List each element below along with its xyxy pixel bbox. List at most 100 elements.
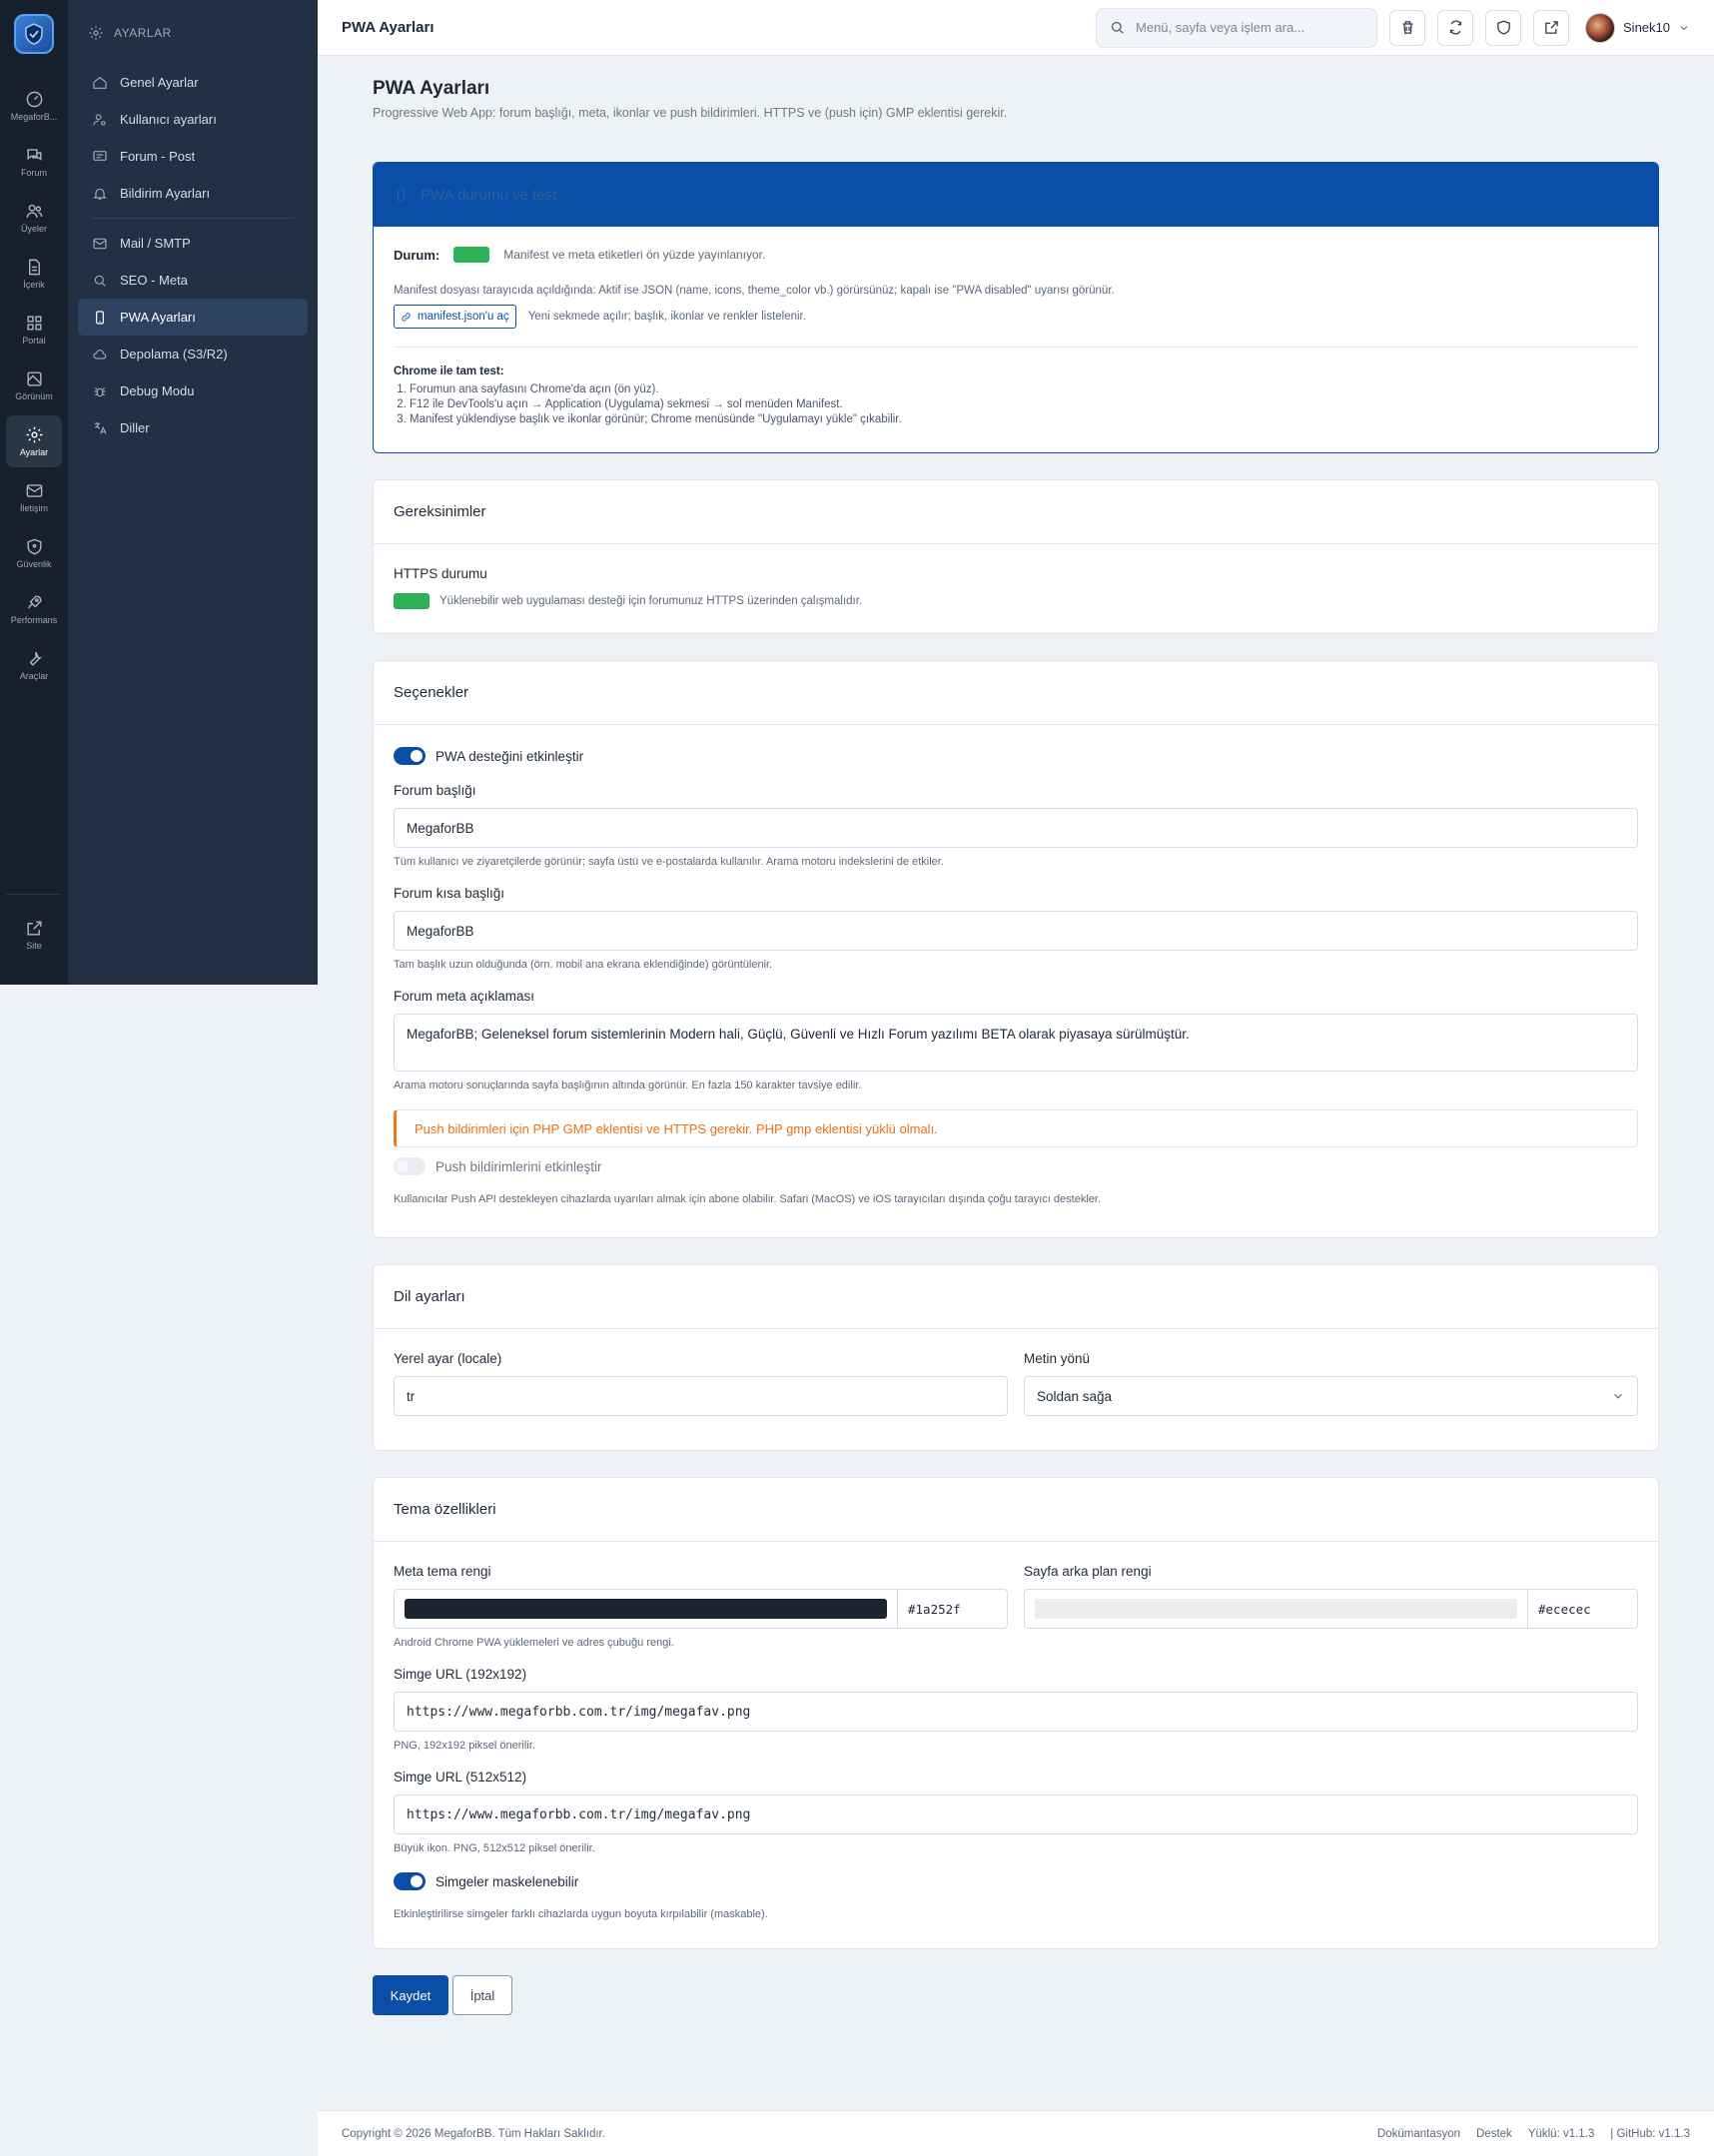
shield-icon: [26, 538, 42, 555]
maskable-toggle[interactable]: [394, 1872, 426, 1890]
list-item: Forumun ana sayfasını Chrome'da açın (ön…: [410, 383, 1638, 395]
bug-icon: [94, 386, 106, 396]
enable-pwa-toggle[interactable]: [394, 747, 426, 765]
gear-icon: [89, 26, 103, 40]
mobile-icon: [397, 188, 406, 202]
short-title-input[interactable]: MegaforBB: [394, 911, 1638, 951]
status-badge: Aktif: [453, 247, 490, 263]
sidebar-item-languages[interactable]: Diller: [78, 409, 308, 446]
sidebar-item-debug[interactable]: Debug Modu: [78, 372, 308, 409]
card-header: Seçenekler: [374, 661, 1658, 725]
save-button[interactable]: Kaydet: [373, 1975, 448, 2015]
app-logo[interactable]: [14, 14, 54, 54]
security-button[interactable]: [1485, 9, 1522, 46]
background-color-swatch[interactable]: [1035, 1599, 1517, 1619]
rail-item-forum[interactable]: Forum: [6, 136, 62, 188]
rail-item-label: İletişim: [19, 503, 48, 513]
meta-description-label: Forum meta açıklaması: [394, 989, 535, 1004]
theme-card: Tema özellikleri Meta tema rengi #1a252f…: [373, 1477, 1659, 1949]
forum-title-input[interactable]: MegaforBB: [394, 808, 1638, 848]
open-manifest-button[interactable]: manifest.json'u aç: [394, 305, 516, 329]
cloud-icon: [93, 349, 107, 359]
installed-version: Yüklü: v1.1.3: [1527, 2127, 1595, 2140]
rail-item-performance[interactable]: Performans: [6, 583, 62, 635]
language-card: Dil ayarları Yerel ayar (locale) tr Meti…: [373, 1264, 1659, 1451]
icon-rail: MegaforB... Forum Üyeler İçerik Portal G…: [0, 0, 68, 985]
push-toggle[interactable]: [394, 1157, 426, 1175]
rail-item-label: Portal: [22, 336, 46, 346]
copyright: Copyright © 2026 MegaforBB. Tüm Hakları …: [342, 2127, 605, 2140]
list-item: F12 ile DevTools'u açın → Application (U…: [410, 398, 1638, 410]
text-direction-select[interactable]: Soldan sağa: [1024, 1376, 1638, 1416]
chrome-test-steps: Forumun ana sayfasını Chrome'da açın (ön…: [394, 383, 1638, 425]
icon-512-input[interactable]: https://www.megaforbb.com.tr/img/megafav…: [394, 1795, 1638, 1834]
divider: [92, 218, 294, 219]
meta-description-help: Arama motoru sonuçlarında sayfa başlığın…: [394, 1079, 862, 1091]
rail-item-security[interactable]: Güvenlik: [6, 527, 62, 579]
avatar: [1585, 12, 1616, 43]
sidebar-item-forum-post[interactable]: Forum - Post: [78, 138, 308, 175]
form-actions: Kaydet İptal: [373, 1975, 1659, 2015]
rail-item-tools[interactable]: Araçlar: [6, 639, 62, 691]
sidebar-item-general[interactable]: Genel Ayarlar: [78, 64, 308, 101]
logo-icon: [25, 23, 43, 45]
background-color-input[interactable]: #ececec: [1024, 1589, 1638, 1629]
link-icon: [402, 312, 411, 322]
search-placeholder: Menü, sayfa veya işlem ara...: [1136, 20, 1305, 35]
chevron-down-icon: [1614, 1393, 1622, 1399]
search-icon: [94, 275, 106, 287]
shield-icon: [1496, 20, 1510, 35]
sidebar-item-seo-meta[interactable]: SEO - Meta: [78, 262, 308, 299]
card-header: Gereksinimler: [374, 480, 1658, 544]
push-warning-alert: Push bildirimleri için PHP GMP eklentisi…: [394, 1109, 1638, 1147]
rail-item-contact[interactable]: İletişim: [6, 471, 62, 523]
clear-cache-button[interactable]: [1389, 9, 1426, 46]
meta-theme-color-swatch[interactable]: [405, 1599, 887, 1619]
search-input[interactable]: Menü, sayfa veya işlem ara...: [1096, 7, 1378, 48]
user-menu[interactable]: Sinek10: [1585, 12, 1690, 43]
open-site-button[interactable]: [1533, 9, 1570, 46]
manifest-hint: Yeni sekmede açılır; başlık, ikonlar ve …: [527, 311, 806, 323]
search-icon: [1111, 21, 1124, 34]
sidebar-item-user-settings[interactable]: Kullanıcı ayarları: [78, 101, 308, 138]
rail-item-users[interactable]: Üyeler: [6, 192, 62, 244]
maskable-help: Etkinleştirilirse simgeler farklı cihazl…: [394, 1908, 768, 1920]
sidebar-item-storage[interactable]: Depolama (S3/R2): [78, 336, 308, 372]
background-color-hex[interactable]: #ececec: [1527, 1590, 1637, 1628]
meta-description-textarea[interactable]: MegaforBB; Geleneksel forum sistemlerini…: [394, 1014, 1638, 1072]
sidebar-item-notifications[interactable]: Bildirim Ayarları: [78, 175, 308, 212]
icon-192-input[interactable]: https://www.megaforbb.com.tr/img/megafav…: [394, 1692, 1638, 1732]
docs-link[interactable]: Dokümantasyon: [1377, 2128, 1460, 2140]
rail-item-portal[interactable]: Portal: [6, 304, 62, 356]
message-icon: [93, 150, 107, 161]
rail-item-site[interactable]: Site: [6, 909, 62, 961]
push-toggle-row: Push bildirimlerini etkinleştir: [394, 1157, 1638, 1175]
meta-theme-color-hex[interactable]: #1a252f: [897, 1590, 1007, 1628]
rail-item-label: Ayarlar: [19, 447, 49, 457]
icon-192-label: Simge URL (192x192): [394, 1667, 527, 1682]
forum-title-help: Tüm kullanıcı ve ziyaretçilerde görünür;…: [394, 856, 944, 868]
home-icon: [93, 76, 107, 89]
github-version[interactable]: | GitHub: v1.1.3: [1610, 2128, 1690, 2140]
locale-input[interactable]: tr: [394, 1376, 1008, 1416]
maskable-toggle-row: Simgeler maskelenebilir: [394, 1872, 1638, 1890]
footer: Copyright © 2026 MegaforBB. Tüm Hakları …: [318, 2110, 1714, 2156]
support-link[interactable]: Destek: [1476, 2128, 1512, 2140]
document-icon: [28, 259, 40, 276]
background-color-label: Sayfa arka plan rengi: [1024, 1564, 1152, 1579]
meta-theme-color-input[interactable]: #1a252f: [394, 1589, 1008, 1629]
settings-sidebar-heading: AYARLAR: [78, 22, 308, 44]
page-subtitle: Progressive Web App: forum başlığı, meta…: [373, 106, 1008, 120]
meta-theme-color-label: Meta tema rengi: [394, 1564, 491, 1579]
cancel-button[interactable]: İptal: [452, 1975, 512, 2015]
rail-item-settings[interactable]: Ayarlar: [6, 415, 62, 467]
chrome-test-title: Chrome ile tam test:: [394, 365, 504, 377]
sidebar-item-mail-smtp[interactable]: Mail / SMTP: [78, 225, 308, 262]
sidebar-item-pwa[interactable]: PWA Ayarları: [78, 299, 308, 336]
rail-item-content[interactable]: İçerik: [6, 248, 62, 300]
rail-item-appearance[interactable]: Görünüm: [6, 359, 62, 411]
refresh-button[interactable]: [1437, 9, 1474, 46]
rail-item-label: Performans: [10, 615, 58, 625]
wrench-icon: [29, 651, 42, 666]
rail-item-dashboard[interactable]: MegaforB...: [6, 80, 62, 132]
